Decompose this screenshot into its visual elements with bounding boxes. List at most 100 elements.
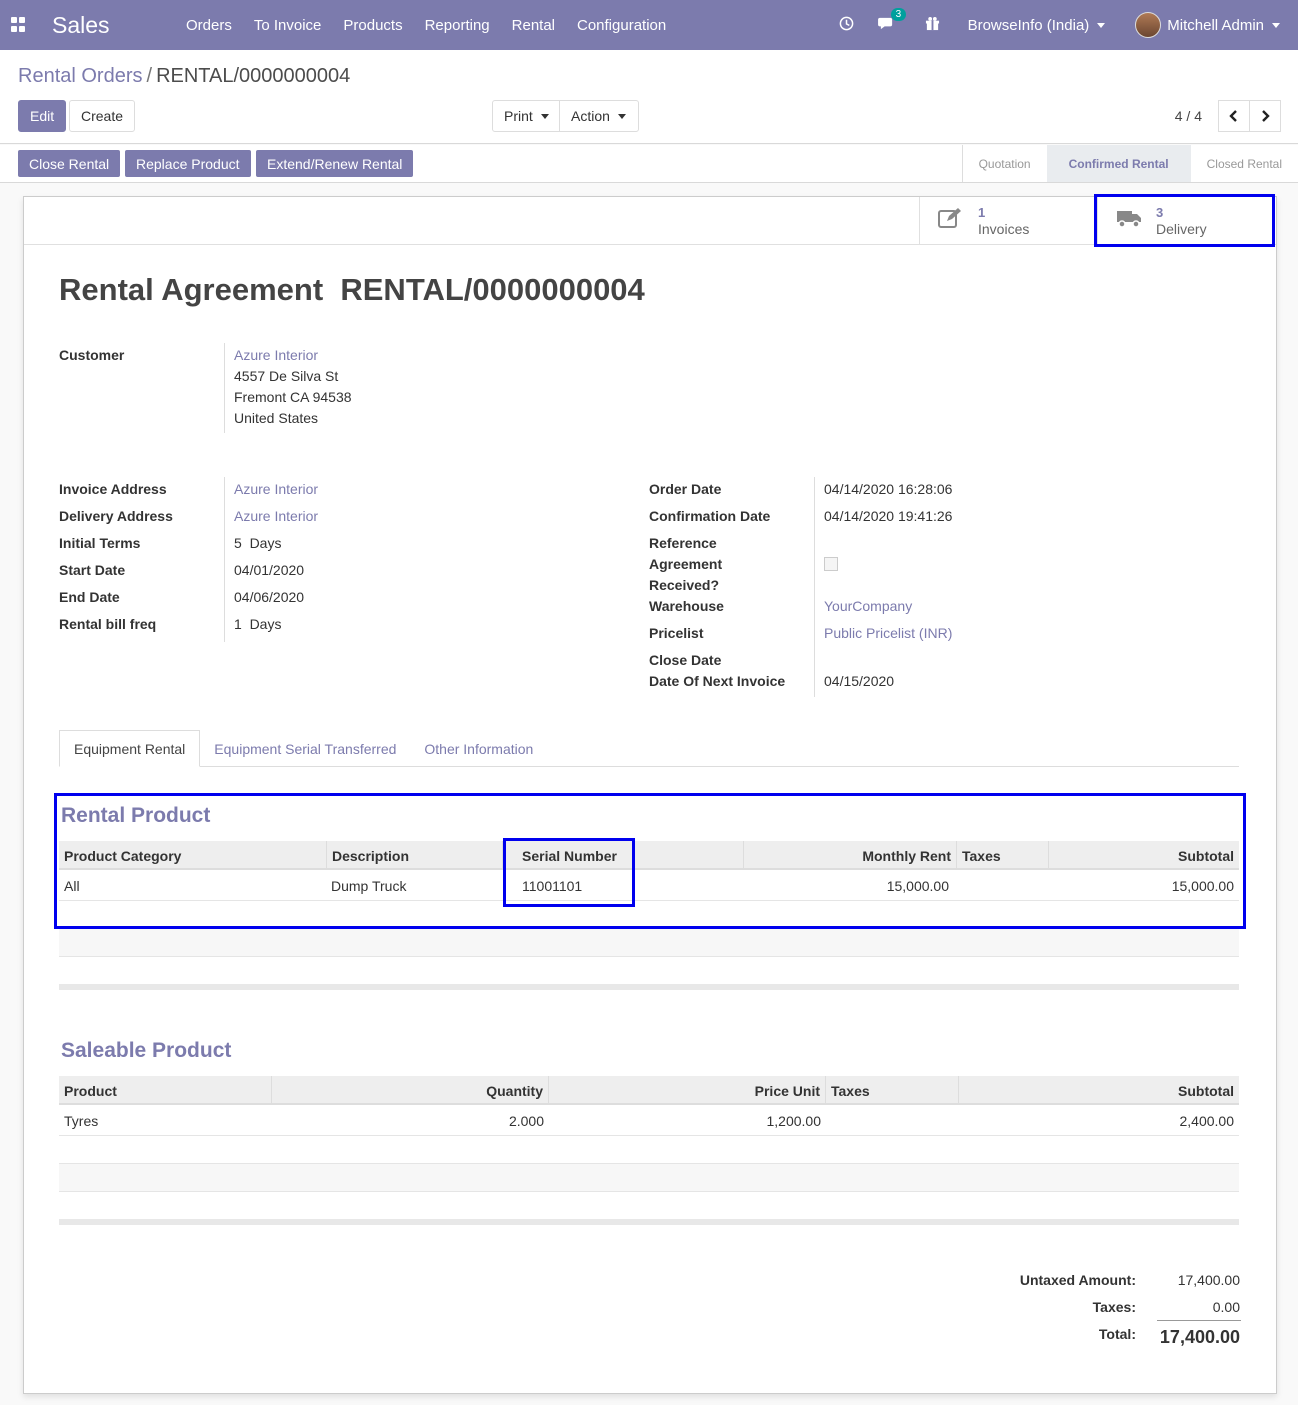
column-taxes[interactable]: Taxes <box>826 1076 959 1105</box>
menu-rental[interactable]: Rental <box>501 17 566 34</box>
column-quantity[interactable]: Quantity <box>272 1076 549 1105</box>
delivery-address-link[interactable]: Azure Interior <box>234 508 318 524</box>
menu-to-invoice[interactable]: To Invoice <box>243 17 333 34</box>
invoices-smart-button[interactable]: 1 Invoices <box>919 197 1097 245</box>
stage-closed-rental[interactable]: Closed Rental <box>1191 145 1298 182</box>
row-divider <box>59 1191 1239 1192</box>
total-label: Total: <box>1098 1326 1136 1342</box>
row-divider <box>59 1135 1239 1136</box>
cell-product[interactable]: Tyres <box>59 1113 103 1129</box>
user-name: Mitchell Admin <box>1167 16 1264 34</box>
tab-equipment-serial-transferred[interactable]: Equipment Serial Transferred <box>200 730 410 767</box>
form-title: Rental Agreement RENTAL/0000000004 <box>59 272 645 307</box>
pricelist-label: Pricelist <box>649 625 704 641</box>
chat-icon[interactable]: 3 <box>877 7 907 35</box>
chevron-down-icon <box>617 113 626 119</box>
taxes-value: 0.00 <box>1212 1299 1240 1315</box>
tab-equipment-rental[interactable]: Equipment Rental <box>59 730 201 767</box>
breadcrumb-current: RENTAL/0000000004 <box>156 65 351 87</box>
extend-renew-rental-button[interactable]: Extend/Renew Rental <box>256 150 414 177</box>
menu-configuration[interactable]: Configuration <box>566 17 677 34</box>
customer-link[interactable]: Azure Interior <box>234 347 318 363</box>
menu-orders[interactable]: Orders <box>175 17 243 34</box>
invoices-label: Invoices <box>978 221 1030 237</box>
field-divider <box>224 477 225 642</box>
close-date-label: Close Date <box>649 652 722 668</box>
row-divider <box>59 956 1239 957</box>
agreement-received-label-2: Received? <box>649 577 720 593</box>
chevron-left-icon <box>1229 110 1237 122</box>
cell-quantity[interactable]: 2.000 <box>272 1113 549 1129</box>
pager-value[interactable]: 4 / 4 <box>1175 108 1202 124</box>
total-value: 17,400.00 <box>1159 1327 1240 1347</box>
messages-badge: 3 <box>890 7 907 21</box>
replace-product-button[interactable]: Replace Product <box>125 150 251 177</box>
start-date-value: 04/01/2020 <box>234 562 305 578</box>
action-dropdown[interactable]: Action <box>559 100 639 132</box>
notebook-tabs: Equipment Rental Equipment Serial Transf… <box>59 730 1239 767</box>
untaxed-amount-label: Untaxed Amount: <box>1019 1272 1136 1288</box>
menu-reporting[interactable]: Reporting <box>414 17 501 34</box>
start-date-label: Start Date <box>59 562 126 578</box>
saleable-product-title: Saleable Product <box>61 1039 232 1062</box>
end-date-value: 04/06/2020 <box>234 589 305 605</box>
next-invoice-date-value: 04/15/2020 <box>824 673 895 689</box>
menu-products[interactable]: Products <box>332 17 413 34</box>
breadcrumb-parent[interactable]: Rental Orders <box>18 65 143 87</box>
confirmation-date-value: 04/14/2020 19:41:26 <box>824 508 953 524</box>
close-rental-button[interactable]: Close Rental <box>18 150 121 177</box>
cell-price-unit[interactable]: 1,200.00 <box>549 1113 826 1129</box>
create-button[interactable]: Create <box>69 100 136 132</box>
company-name: BrowseInfo (India) <box>967 16 1090 34</box>
confirmation-date-label: Confirmation Date <box>649 508 771 524</box>
field-divider <box>224 343 225 433</box>
user-menu[interactable]: Mitchell Admin <box>1167 17 1280 34</box>
invoice-address-link[interactable]: Azure Interior <box>234 481 318 497</box>
column-price-unit[interactable]: Price Unit <box>549 1076 826 1105</box>
untaxed-amount-value: 17,400.00 <box>1177 1272 1240 1288</box>
order-date-value: 04/14/2020 16:28:06 <box>824 481 953 497</box>
chevron-down-icon <box>1272 23 1280 29</box>
app-name[interactable]: Sales <box>52 12 175 39</box>
table-header: Product Quantity Price Unit Taxes Subtot… <box>59 1076 1239 1105</box>
cell-subtotal[interactable]: 2,400.00 <box>959 1113 1239 1129</box>
apps-menu-icon[interactable] <box>11 17 27 33</box>
serial-number-highlight-box <box>503 838 635 907</box>
clock-icon[interactable] <box>839 16 854 35</box>
field-divider <box>814 477 815 697</box>
next-invoice-date-label: Date Of Next Invoice <box>649 673 786 689</box>
initial-terms-label: Initial Terms <box>59 535 141 551</box>
breadcrumb-separator: / <box>146 65 153 87</box>
taxes-label: Taxes: <box>1092 1299 1136 1315</box>
tab-other-information[interactable]: Other Information <box>410 730 547 767</box>
company-switcher[interactable]: BrowseInfo (India) <box>968 17 1106 34</box>
delivery-address-label: Delivery Address <box>59 508 173 524</box>
breadcrumb: Rental Orders / RENTAL/0000000004 <box>18 65 350 88</box>
reference-label: Reference <box>649 535 717 551</box>
column-product[interactable]: Product <box>59 1076 272 1105</box>
print-dropdown[interactable]: Print <box>492 100 560 132</box>
customer-address-line: United States <box>234 410 319 426</box>
total-divider <box>1157 1320 1241 1321</box>
edit-button[interactable]: Edit <box>18 100 67 132</box>
pager-next-button[interactable] <box>1249 100 1281 132</box>
pricelist-link[interactable]: Public Pricelist (INR) <box>824 625 952 641</box>
stage-confirmed-rental[interactable]: Confirmed Rental <box>1046 145 1191 182</box>
pager-previous-button[interactable] <box>1218 100 1250 132</box>
saleable-product-table: Product Quantity Price Unit Taxes Subtot… <box>59 1076 1239 1226</box>
gift-icon[interactable] <box>925 16 940 35</box>
chevron-right-icon <box>1262 110 1270 122</box>
warehouse-link[interactable]: YourCompany <box>824 598 912 614</box>
column-subtotal[interactable]: Subtotal <box>959 1076 1239 1105</box>
agreement-received-checkbox[interactable] <box>824 557 838 571</box>
avatar[interactable] <box>1135 12 1162 38</box>
table-footer <box>59 1219 1239 1225</box>
stage-quotation[interactable]: Quotation <box>963 145 1047 182</box>
delivery-highlight-box <box>1094 194 1275 247</box>
control-panel: Rental Orders / RENTAL/0000000004 Edit Cre… <box>0 50 1298 144</box>
status-bar: Close Rental Replace Product Extend/Rene… <box>0 145 1298 183</box>
end-date-label: End Date <box>59 589 120 605</box>
top-navbar: Sales Orders To Invoice Products Reporti… <box>0 0 1298 50</box>
initial-terms-value: 5 Days <box>234 535 282 551</box>
order-date-label: Order Date <box>649 481 722 497</box>
